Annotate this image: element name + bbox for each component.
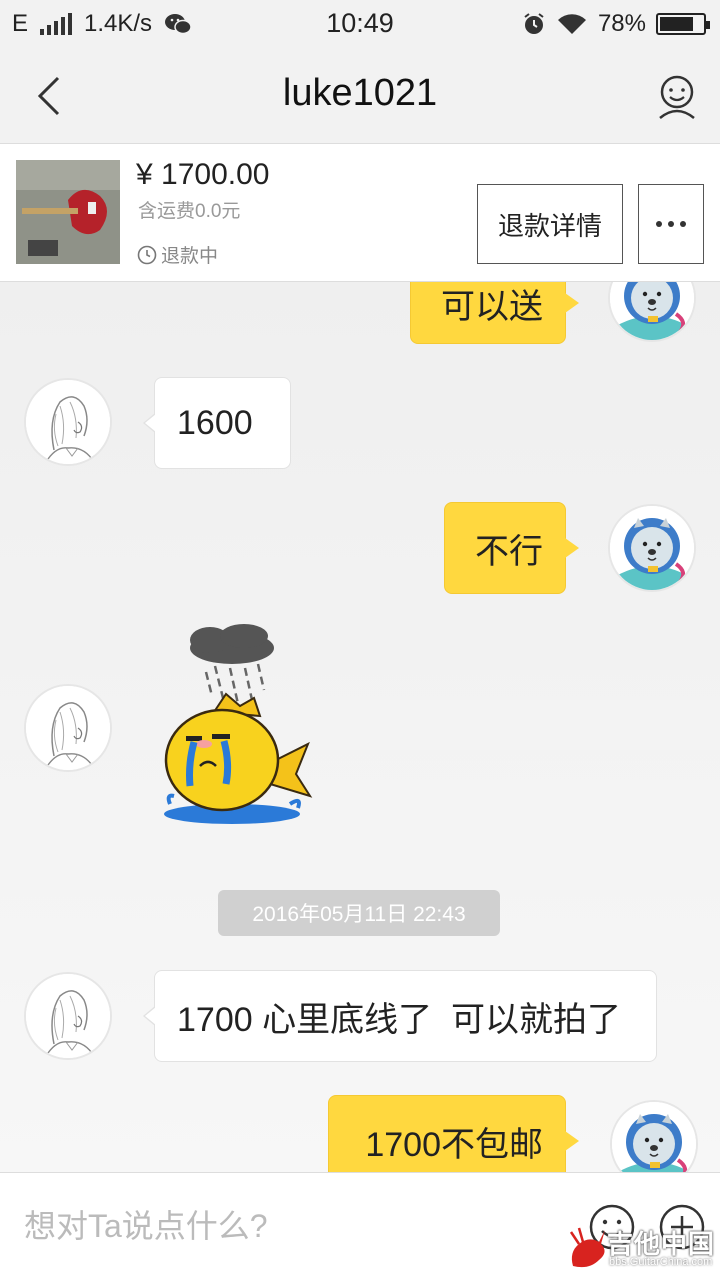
lobster-logo-icon — [569, 1227, 605, 1268]
battery-percent: 78% — [597, 10, 646, 37]
refund-details-button[interactable]: 退款详情 — [477, 184, 623, 264]
contact-avatar[interactable] — [24, 684, 112, 772]
contact-avatar[interactable] — [24, 972, 112, 1060]
message-text: 可以送 — [441, 287, 543, 326]
message-timestamp: 2016年05月11日 22:43 — [218, 890, 500, 936]
message-bubble[interactable]: 1700不包邮 — [328, 1095, 579, 1172]
message-text: 1600 — [177, 403, 253, 442]
crying-fish-sticker[interactable] — [160, 624, 314, 830]
wifi-icon — [557, 14, 586, 34]
message-input[interactable] — [24, 1201, 544, 1251]
chat-header: luke1021 — [0, 48, 720, 144]
my-avatar[interactable] — [608, 282, 696, 342]
battery-icon — [656, 13, 710, 35]
refund-status: 退款中 — [137, 241, 218, 268]
message-text: 1700 心里底线了 可以就拍了 — [177, 1000, 621, 1039]
chat-title: luke1021 — [282, 72, 438, 114]
contact-avatar[interactable] — [24, 378, 112, 466]
chat-area[interactable]: 可以送 1600 不行 2016年05月11日 22:43 1700 心里底线了… — [0, 282, 720, 1172]
shipping-info: 含运费0.0元 — [138, 201, 241, 222]
message-bubble[interactable]: 1700 心里底线了 可以就拍了 — [143, 970, 657, 1062]
clock-icon — [137, 245, 157, 264]
message-bubble[interactable]: 1600 — [143, 377, 291, 469]
message-text: 1700不包邮 — [365, 1125, 543, 1164]
item-thumbnail[interactable] — [16, 160, 120, 264]
my-avatar[interactable] — [608, 504, 696, 592]
profile-icon[interactable] — [656, 74, 698, 120]
item-price: ¥ 1700.00 — [136, 158, 270, 191]
my-avatar[interactable] — [610, 1100, 698, 1172]
message-text: 不行 — [475, 532, 543, 571]
refund-status-label: 退款中 — [161, 246, 219, 267]
watermark-url: bbs.GuitarChina.com — [609, 1256, 713, 1268]
message-bubble[interactable]: 不行 — [444, 502, 579, 594]
status-bar: E 1.4K/s 10:49 78% — [0, 0, 720, 48]
alarm-icon — [524, 13, 544, 34]
message-bubble[interactable]: 可以送 — [410, 282, 579, 344]
item-card: ¥ 1700.00 含运费0.0元 退款中 退款详情 — [0, 144, 720, 282]
more-options-button[interactable] — [638, 184, 704, 264]
watermark: 吉他中国 bbs.GuitarChina.com — [565, 1222, 715, 1274]
